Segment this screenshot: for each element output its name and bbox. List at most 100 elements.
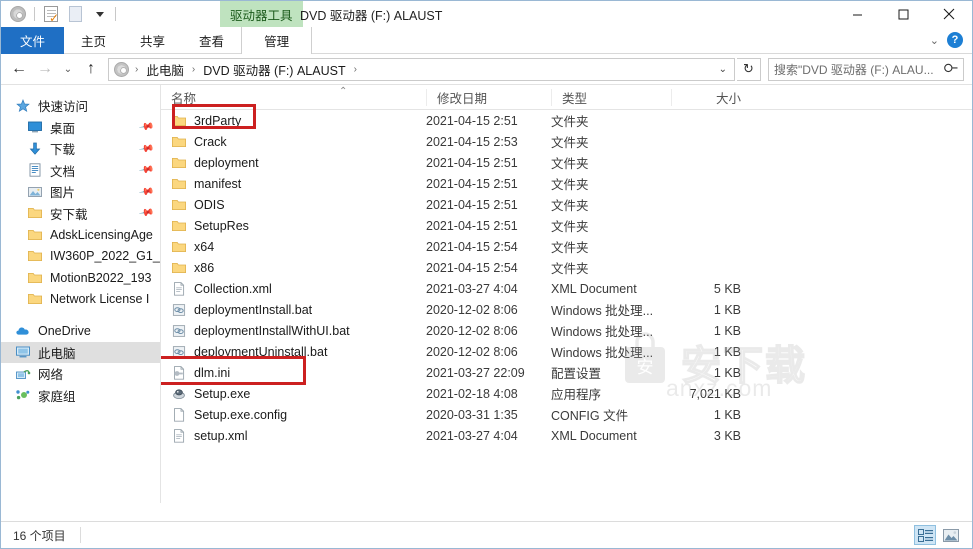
sidebar-item-label: 桌面 xyxy=(50,121,76,136)
file-type-cell: 文件夹 xyxy=(551,220,589,234)
back-button[interactable]: ← xyxy=(7,57,31,81)
file-size-cell: 5 KB xyxy=(713,281,741,296)
pin-icon[interactable]: 📌 xyxy=(138,184,155,200)
table-row[interactable]: 3rdParty 2021-04-15 2:51 文件夹 xyxy=(161,110,972,131)
sidebar-item-documents[interactable]: 文档 📌 xyxy=(1,160,160,182)
sidebar-group-quick-access[interactable]: 快速访问 xyxy=(1,95,160,117)
sort-ascending-icon: ⌃ xyxy=(339,86,348,97)
sidebar-item-onedrive[interactable]: OneDrive xyxy=(1,320,160,342)
file-name-cell[interactable]: deploymentInstallWithUI.bat xyxy=(161,320,426,341)
breadcrumb-item-this-pc[interactable]: 此电脑 xyxy=(144,60,186,79)
table-row[interactable]: setup.xml 2021-03-27 4:04 XML Document 3… xyxy=(161,425,972,446)
sidebar-item-network[interactable]: 网络 xyxy=(1,363,160,385)
column-header-size[interactable]: 大小 xyxy=(671,88,751,106)
pin-icon[interactable]: 📌 xyxy=(138,141,155,157)
close-button[interactable] xyxy=(926,1,972,27)
tab-view[interactable]: 查看 xyxy=(182,27,241,54)
file-name-cell[interactable]: Crack xyxy=(161,131,426,152)
file-size-cell xyxy=(671,194,751,215)
file-name-cell[interactable]: ODIS xyxy=(161,194,426,215)
tab-share[interactable]: 共享 xyxy=(123,27,182,54)
folder-icon xyxy=(27,291,43,307)
pin-icon[interactable]: 📌 xyxy=(138,205,155,221)
file-name-cell[interactable]: manifest xyxy=(161,173,426,194)
file-name-cell[interactable]: deploymentUninstall.bat xyxy=(161,341,426,362)
large-icons-view-button[interactable] xyxy=(940,525,962,545)
properties-icon[interactable] xyxy=(40,3,62,25)
table-row[interactable]: SetupRes 2021-04-15 2:51 文件夹 xyxy=(161,215,972,236)
pin-icon[interactable]: 📌 xyxy=(138,162,155,178)
chevron-down-icon[interactable]: ⌄ xyxy=(930,34,939,47)
table-row[interactable]: Crack 2021-04-15 2:53 文件夹 xyxy=(161,131,972,152)
table-row[interactable]: dlm.ini 2021-03-27 22:09 配置设置 1 KB xyxy=(161,362,972,383)
sidebar-item-desktop[interactable]: 桌面 📌 xyxy=(1,117,160,139)
table-row[interactable]: Setup.exe.config 2020-03-31 1:35 CONFIG … xyxy=(161,404,972,425)
table-row[interactable]: Collection.xml 2021-03-27 4:04 XML Docum… xyxy=(161,278,972,299)
table-row[interactable]: deploymentInstall.bat 2020-12-02 8:06 Wi… xyxy=(161,299,972,320)
drive-icon[interactable] xyxy=(7,3,29,25)
table-row[interactable]: deployment 2021-04-15 2:51 文件夹 xyxy=(161,152,972,173)
table-row[interactable]: x64 2021-04-15 2:54 文件夹 xyxy=(161,236,972,257)
file-name-label: deployment xyxy=(194,155,259,170)
file-name-cell[interactable]: x86 xyxy=(161,257,426,278)
sidebar-item-downloads[interactable]: 下载 📌 xyxy=(1,138,160,160)
minimize-button[interactable] xyxy=(834,1,880,27)
quick-access-toolbar xyxy=(1,1,119,27)
up-button[interactable]: ↑ xyxy=(79,57,103,81)
pin-icon[interactable]: 📌 xyxy=(138,119,155,135)
refresh-button[interactable]: ↻ xyxy=(737,57,761,81)
file-name-cell[interactable]: dlm.ini xyxy=(161,362,426,383)
customize-dropdown-icon[interactable] xyxy=(88,3,110,25)
file-size-cell: 1 KB xyxy=(713,344,741,359)
forward-button[interactable]: → xyxy=(33,57,57,81)
contextual-tab-group-label: 驱动器工具 xyxy=(230,8,293,23)
table-row[interactable]: x86 2021-04-15 2:54 文件夹 xyxy=(161,257,972,278)
folder-icon xyxy=(171,197,187,213)
help-icon[interactable]: ? xyxy=(947,32,963,48)
column-header-type[interactable]: 类型 xyxy=(551,88,671,106)
file-name-cell[interactable]: x64 xyxy=(161,236,426,257)
new-folder-icon[interactable] xyxy=(64,3,86,25)
sidebar-item-label: IW360P_2022_G1_ xyxy=(50,249,160,264)
file-name-cell[interactable]: Setup.exe xyxy=(161,383,426,404)
sidebar-item-adsklicensing[interactable]: AdskLicensingAge xyxy=(1,224,160,246)
file-list-pane[interactable]: 名称 修改日期 类型 大小 ⌃ 3rdParty 2021-04-15 2:51… xyxy=(161,85,972,503)
file-name-cell[interactable]: setup.xml xyxy=(161,425,426,446)
table-row[interactable]: deploymentInstallWithUI.bat 2020-12-02 8… xyxy=(161,320,972,341)
tab-home[interactable]: 主页 xyxy=(64,27,123,54)
tab-file[interactable]: 文件 xyxy=(1,27,65,54)
recent-locations-button[interactable]: ⌄ xyxy=(59,57,77,81)
navigation-pane[interactable]: 快速访问 桌面 📌 下载 📌 文档 📌 图片 📌 安下载 📌 AdskLicen… xyxy=(1,85,161,503)
column-header-name[interactable]: 名称 xyxy=(161,89,426,106)
table-row[interactable]: ODIS 2021-04-15 2:51 文件夹 xyxy=(161,194,972,215)
maximize-button[interactable] xyxy=(880,1,926,27)
tab-manage[interactable]: 管理 xyxy=(241,27,313,54)
sidebar-item-anxiazai[interactable]: 安下载 📌 xyxy=(1,203,160,225)
sidebar-item-motionb2022[interactable]: MotionB2022_193 xyxy=(1,267,160,289)
file-date-cell: 2021-03-27 22:09 xyxy=(426,365,525,380)
sidebar-item-homegroup[interactable]: 家庭组 xyxy=(1,385,160,407)
file-name-cell[interactable]: deployment xyxy=(161,152,426,173)
table-row[interactable]: manifest 2021-04-15 2:51 文件夹 xyxy=(161,173,972,194)
sidebar-item-pictures[interactable]: 图片 📌 xyxy=(1,181,160,203)
table-row[interactable]: Setup.exe 2021-02-18 4:08 应用程序 7,021 KB xyxy=(161,383,972,404)
file-name-cell[interactable]: Setup.exe.config xyxy=(161,404,426,425)
table-row[interactable]: deploymentUninstall.bat 2020-12-02 8:06 … xyxy=(161,341,972,362)
file-type-cell: 配置设置 xyxy=(551,367,602,381)
bat-file-icon xyxy=(171,302,187,318)
file-name-cell[interactable]: Collection.xml xyxy=(161,278,426,299)
sidebar-item-network-license[interactable]: Network License I xyxy=(1,289,160,311)
sidebar-item-iw360p[interactable]: IW360P_2022_G1_ xyxy=(1,246,160,268)
address-path-field[interactable]: › 此电脑 › DVD 驱动器 (F:) ALAUST › ⌄ xyxy=(108,57,735,81)
search-input[interactable]: 搜索"DVD 驱动器 (F:) ALAU... xyxy=(768,57,964,81)
file-name-cell[interactable]: SetupRes xyxy=(161,215,426,236)
file-size-cell: 1 KB xyxy=(713,407,741,422)
details-view-button[interactable] xyxy=(914,525,936,545)
file-name-cell[interactable]: 3rdParty xyxy=(161,110,426,131)
breadcrumb-separator[interactable]: › xyxy=(351,64,360,75)
file-name-cell[interactable]: deploymentInstall.bat xyxy=(161,299,426,320)
breadcrumb-item-dvd-drive[interactable]: DVD 驱动器 (F:) ALAUST xyxy=(201,60,347,79)
sidebar-item-this-pc[interactable]: 此电脑 xyxy=(1,341,160,363)
column-header-date[interactable]: 修改日期 xyxy=(426,88,551,106)
address-dropdown-icon[interactable]: ⌄ xyxy=(712,64,734,75)
